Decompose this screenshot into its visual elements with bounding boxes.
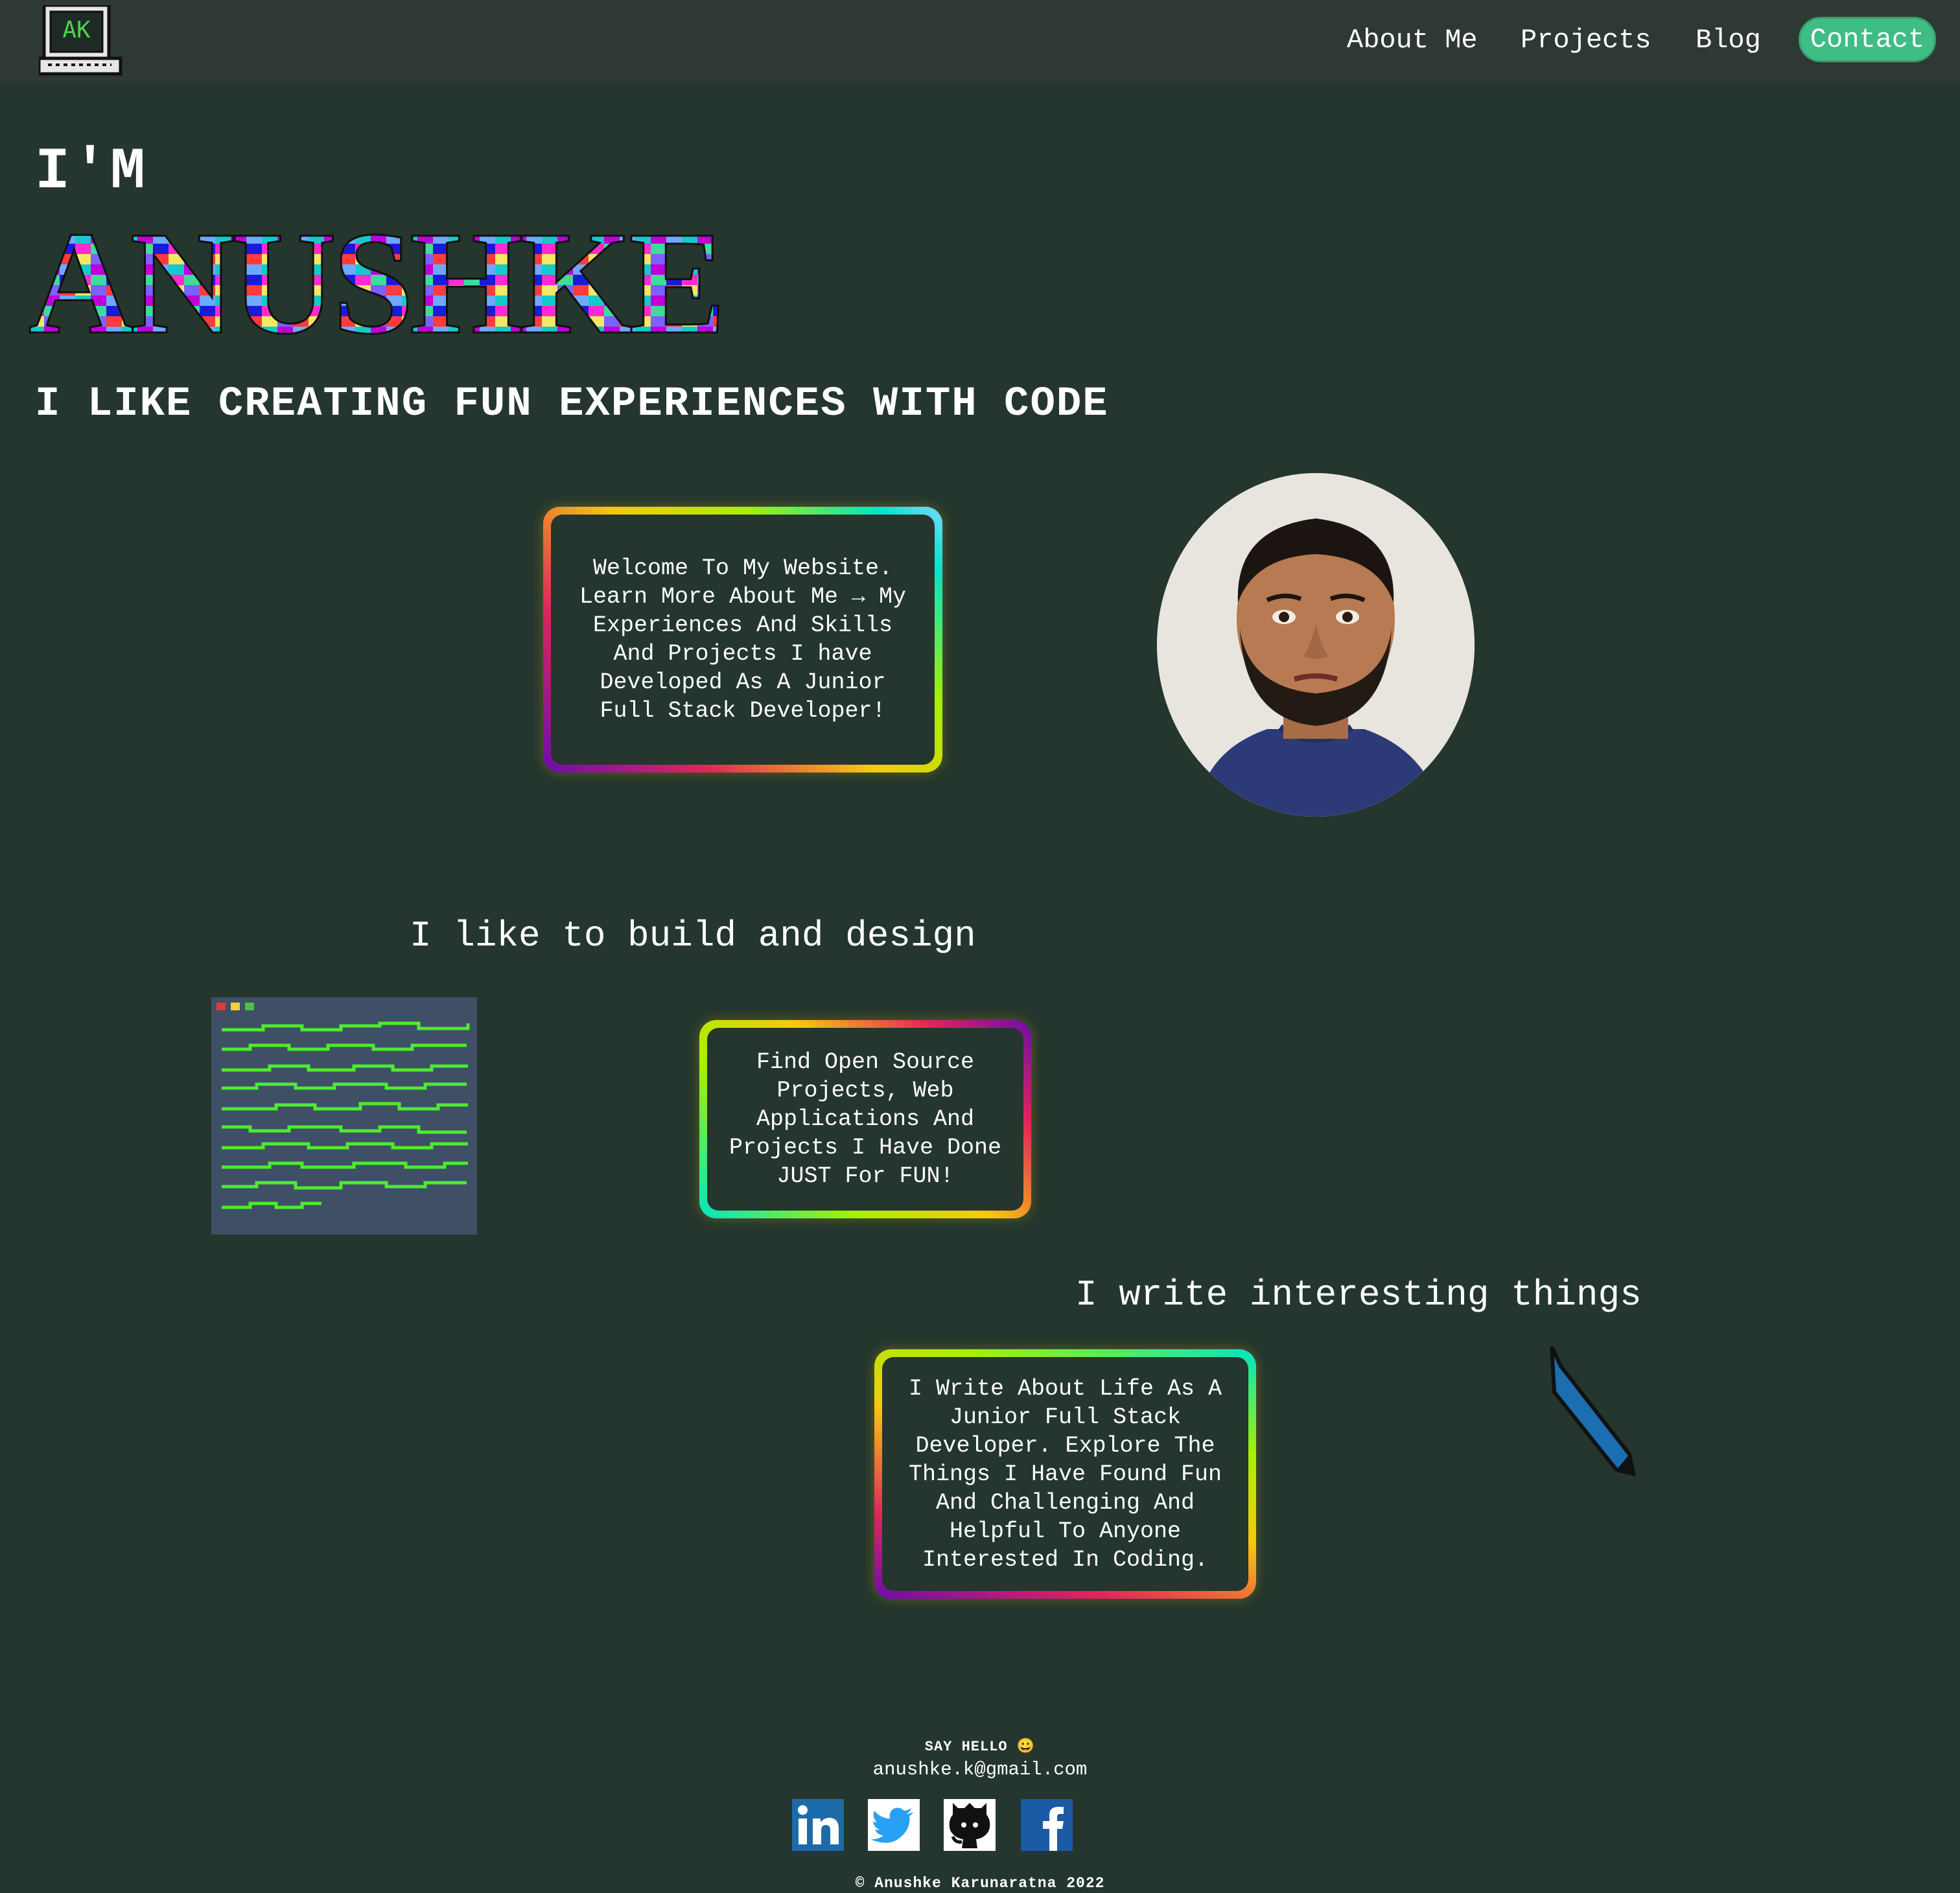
nav-blog-link[interactable]: Blog: [1696, 25, 1761, 56]
projects-card-text: Find Open Source Projects, Web Applicati…: [707, 1028, 1023, 1211]
welcome-card[interactable]: Welcome To My Website. Learn More About …: [543, 507, 942, 772]
footer-copyright: © Anushke Karunaratna 2022: [855, 1875, 1105, 1892]
blog-card[interactable]: I Write About Life As A Junior Full Stac…: [874, 1349, 1256, 1599]
blog-card-text: I Write About Life As A Junior Full Stac…: [882, 1357, 1248, 1591]
facebook-icon[interactable]: [1021, 1799, 1073, 1851]
projects-card[interactable]: Find Open Source Projects, Web Applicati…: [699, 1020, 1031, 1218]
hero-prefix: I'M: [35, 139, 148, 205]
welcome-card-text: Welcome To My Website. Learn More About …: [551, 515, 935, 765]
footer-say-hello: SAY HELLO 😀: [924, 1739, 1036, 1755]
github-icon[interactable]: [944, 1799, 996, 1851]
hero-tagline: I LIKE CREATING FUN EXPERIENCES WITH COD…: [35, 381, 1109, 428]
write-section-heading: I write interesting things: [1075, 1274, 1642, 1316]
nav-about-link[interactable]: About Me: [1347, 25, 1478, 56]
nav-projects-link[interactable]: Projects: [1521, 25, 1651, 56]
pen-icon: [1545, 1345, 1642, 1476]
avatar: [1157, 473, 1475, 817]
hero-name: ANUSHKE: [28, 201, 735, 366]
footer-email-link[interactable]: anushke.k@gmail.com: [0, 1759, 1960, 1780]
hero-name-text: ANUSHKE: [29, 213, 722, 342]
contact-button[interactable]: Contact: [1799, 17, 1936, 62]
linkedin-icon[interactable]: [792, 1799, 844, 1851]
navbar: [0, 0, 1960, 83]
twitter-icon[interactable]: [868, 1799, 920, 1851]
logo-text: AK: [62, 17, 91, 43]
laptop-logo-icon[interactable]: AK: [37, 3, 123, 76]
code-window-illustration: [211, 997, 477, 1235]
build-section-heading: I like to build and design: [410, 915, 976, 957]
